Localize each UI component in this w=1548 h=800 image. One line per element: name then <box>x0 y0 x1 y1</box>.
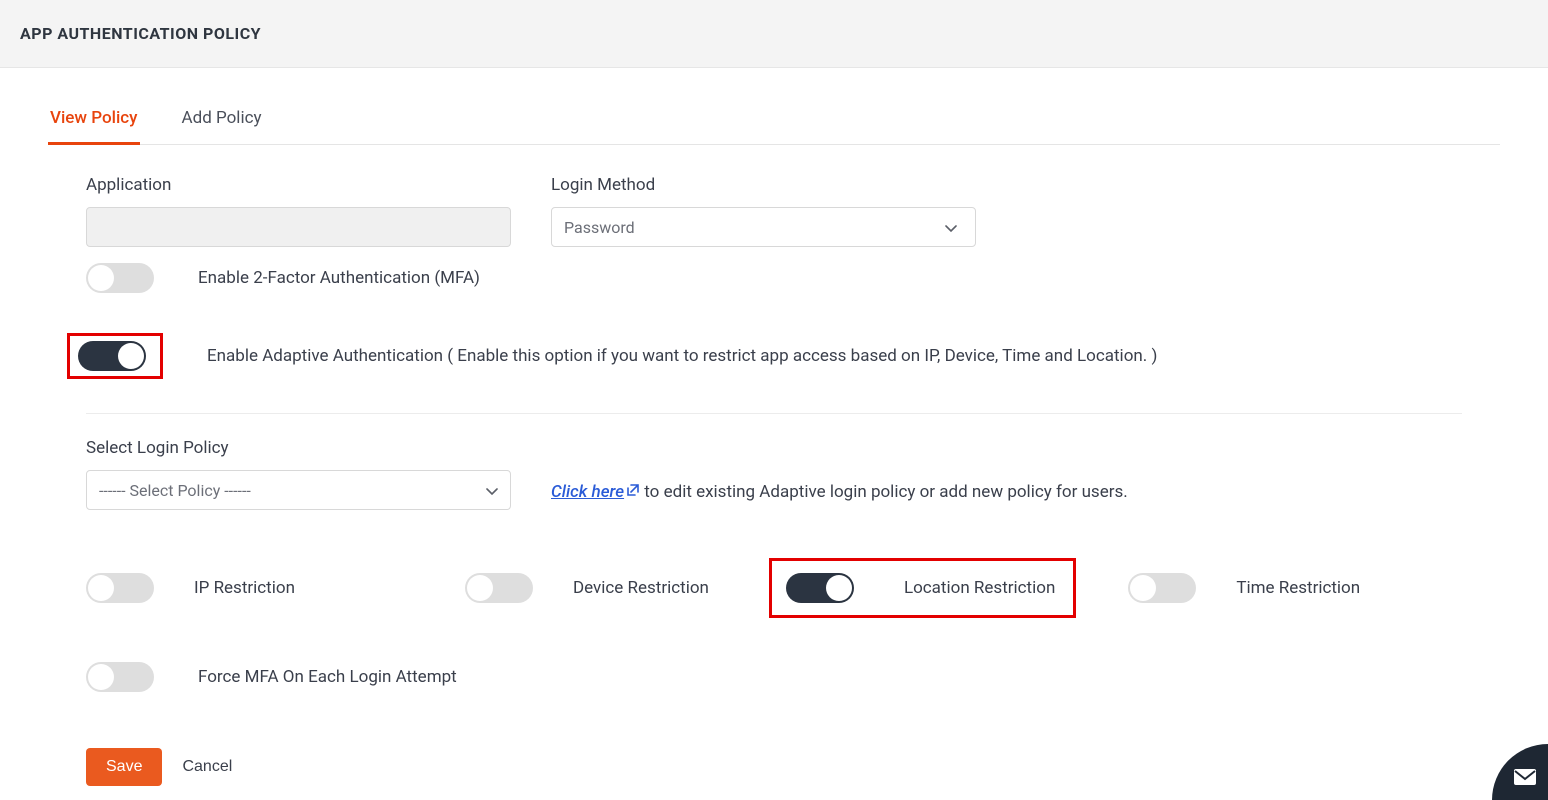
field-login-method: Login Method Password <box>551 175 976 247</box>
click-here-link[interactable]: Click here <box>551 482 640 502</box>
login-method-select[interactable]: Password <box>551 207 976 247</box>
toggle-ip-restriction[interactable] <box>86 573 154 603</box>
page-title: APP AUTHENTICATION POLICY <box>20 24 1528 43</box>
section-divider <box>86 413 1462 414</box>
action-row: Save Cancel <box>86 748 1462 786</box>
login-policy-label: Select Login Policy <box>86 438 511 458</box>
tabs: View Policy Add Policy <box>48 108 1500 145</box>
ip-restriction-label: IP Restriction <box>194 578 295 598</box>
login-method-label: Login Method <box>551 175 976 195</box>
restriction-time: Time Restriction <box>1128 573 1360 603</box>
toggle-force-mfa[interactable] <box>86 662 154 692</box>
login-policy-select[interactable]: ------ Select Policy ------ <box>86 470 511 510</box>
field-login-policy: Select Login Policy ------ Select Policy… <box>86 438 511 510</box>
force-mfa-label: Force MFA On Each Login Attempt <box>198 667 457 687</box>
login-method-value: Password <box>564 218 635 237</box>
row-enable-adaptive: Enable Adaptive Authentication ( Enable … <box>67 333 1462 379</box>
page-header: APP AUTHENTICATION POLICY <box>0 0 1548 68</box>
enable-mfa-label: Enable 2-Factor Authentication (MFA) <box>198 268 480 288</box>
external-link-icon <box>626 482 640 502</box>
toggle-location-restriction[interactable] <box>786 573 854 603</box>
login-policy-hint: Click here to edit existing Adaptive log… <box>551 482 1128 510</box>
restriction-ip: IP Restriction <box>86 573 295 603</box>
toggle-enable-mfa[interactable] <box>86 263 154 293</box>
enable-adaptive-label: Enable Adaptive Authentication ( Enable … <box>207 346 1157 366</box>
device-restriction-label: Device Restriction <box>573 578 709 598</box>
chevron-down-icon <box>945 218 957 237</box>
application-input[interactable] <box>86 207 511 247</box>
restriction-location: Location Restriction <box>769 558 1076 618</box>
mail-icon <box>1513 768 1537 786</box>
location-restriction-label: Location Restriction <box>904 578 1055 598</box>
cancel-button[interactable]: Cancel <box>182 758 232 776</box>
row-restrictions: IP Restriction Device Restriction Locati… <box>86 558 1462 618</box>
row-select-policy: Select Login Policy ------ Select Policy… <box>86 438 1462 510</box>
login-policy-placeholder: ------ Select Policy ------ <box>99 481 251 500</box>
form-area: Application Login Method Password Enable… <box>48 145 1500 786</box>
toggle-time-restriction[interactable] <box>1128 573 1196 603</box>
time-restriction-label: Time Restriction <box>1236 578 1360 598</box>
restriction-device: Device Restriction <box>465 573 709 603</box>
row-application-login: Application Login Method Password <box>86 175 1462 247</box>
chevron-down-icon <box>486 481 498 500</box>
toggle-enable-adaptive[interactable] <box>78 341 146 371</box>
highlight-adaptive-toggle <box>67 333 163 379</box>
content-area: View Policy Add Policy Application Login… <box>0 68 1548 786</box>
login-policy-hint-text: to edit existing Adaptive login policy o… <box>640 482 1128 502</box>
row-force-mfa: Force MFA On Each Login Attempt <box>86 662 1462 692</box>
row-enable-mfa: Enable 2-Factor Authentication (MFA) <box>86 263 1462 293</box>
tab-add-policy[interactable]: Add Policy <box>180 108 264 145</box>
tab-view-policy[interactable]: View Policy <box>48 108 140 145</box>
toggle-device-restriction[interactable] <box>465 573 533 603</box>
application-label: Application <box>86 175 511 195</box>
field-application: Application <box>86 175 511 247</box>
save-button[interactable]: Save <box>86 748 162 786</box>
